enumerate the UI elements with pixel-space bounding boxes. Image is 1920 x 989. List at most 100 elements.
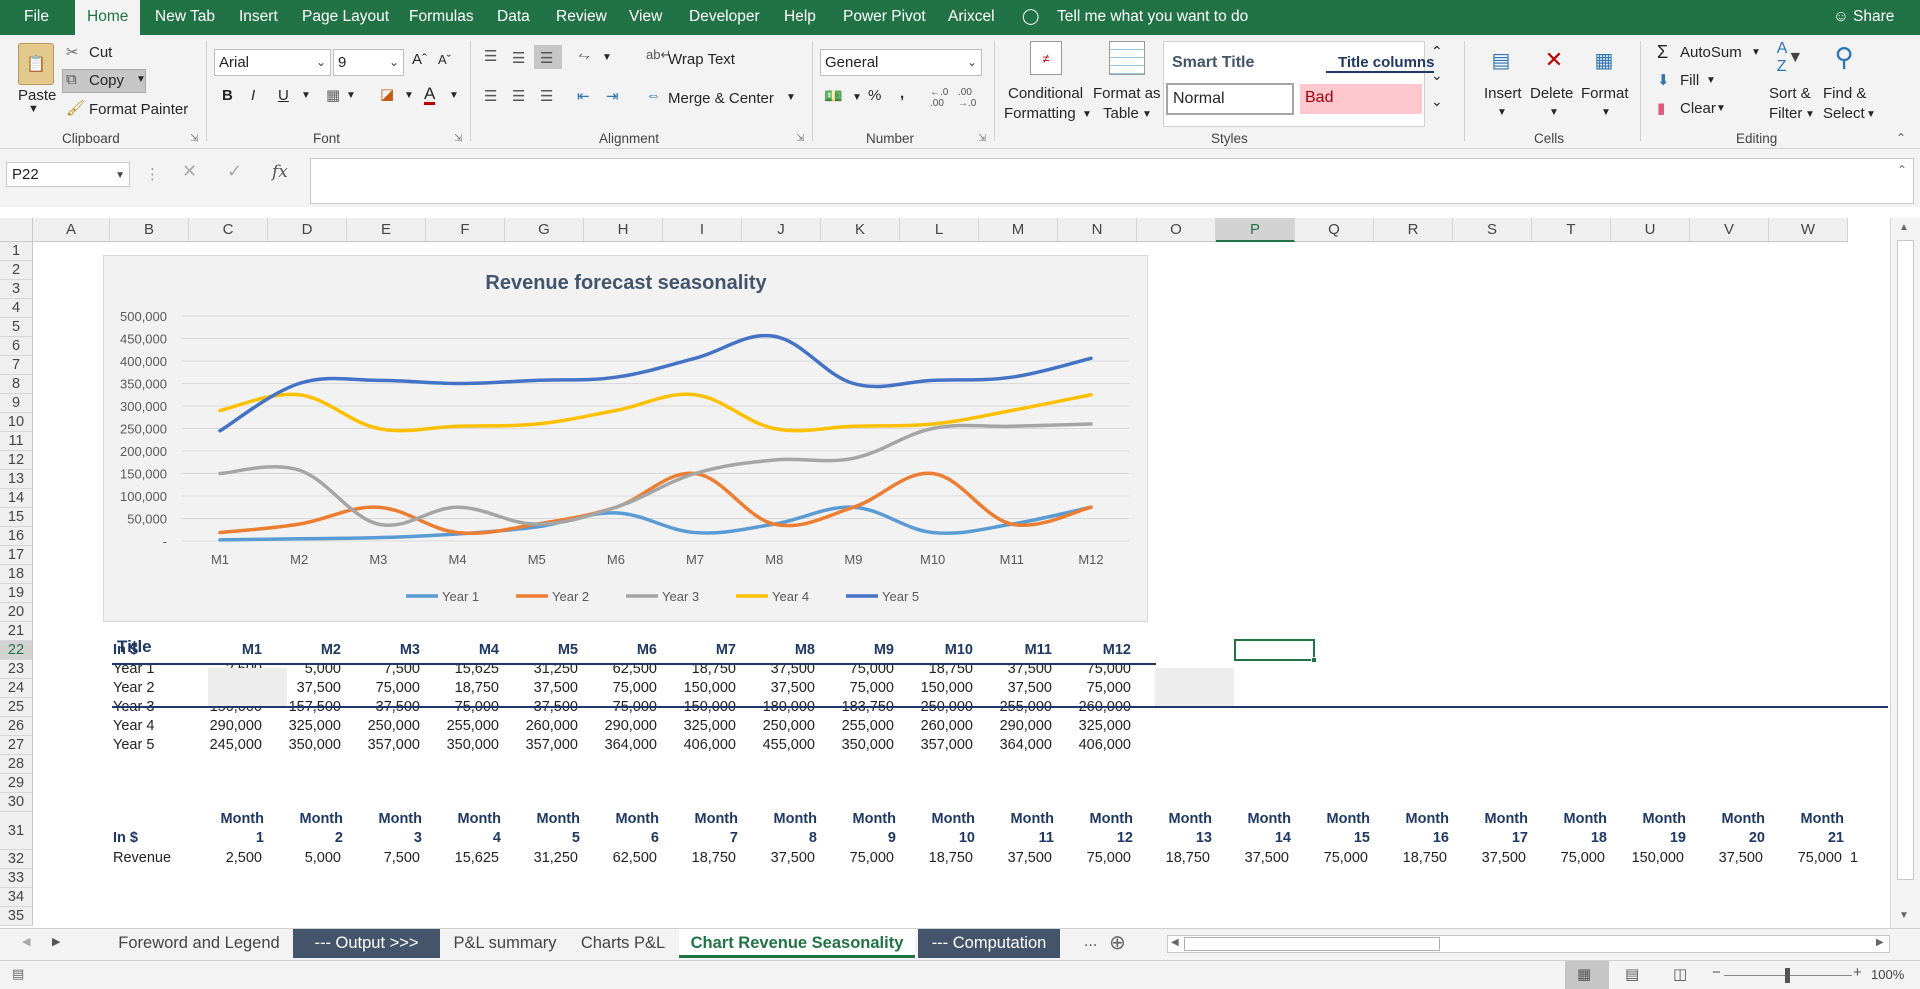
chevron-down-icon[interactable]: ▼ <box>852 92 862 103</box>
format-cells-button[interactable]: Format <box>1581 85 1629 102</box>
align-center-icon[interactable]: ☰ <box>512 87 525 105</box>
column-header-e[interactable]: E <box>347 218 426 242</box>
conditional-formatting-label-1[interactable]: Conditional <box>1008 85 1083 102</box>
chevron-down-icon[interactable]: ▼ <box>1142 109 1152 120</box>
horizontal-scrollbar[interactable]: ◀ ▶ <box>1167 935 1890 953</box>
insert-cells-button[interactable]: Insert <box>1484 85 1522 102</box>
borders-icon[interactable]: ▦ <box>326 86 340 104</box>
conditional-formatting-icon[interactable]: ≠ <box>1030 41 1062 75</box>
row-header-16[interactable]: 16 <box>0 527 33 546</box>
column-header-p[interactable]: P <box>1216 218 1295 242</box>
orientation-icon[interactable]: ⥊ <box>578 47 590 64</box>
gallery-scroll-down-icon[interactable]: ⌄ <box>1431 67 1443 84</box>
increase-decimal-icon[interactable]: ←.0.00 <box>930 87 948 109</box>
column-header-h[interactable]: H <box>584 218 663 242</box>
style-smart-title[interactable]: Smart Title <box>1172 54 1254 72</box>
vertical-scrollbar[interactable]: ▲ ▼ <box>1890 218 1920 928</box>
row-header-25[interactable]: 25 <box>0 698 33 717</box>
row-header-21[interactable]: 21 <box>0 622 33 641</box>
menu-review[interactable]: Review <box>556 0 607 35</box>
column-header-s[interactable]: S <box>1453 218 1532 242</box>
row-header-13[interactable]: 13 <box>0 470 33 489</box>
number-format-dropdown[interactable]: General ⌄ <box>820 49 982 76</box>
row-header-5[interactable]: 5 <box>0 318 33 337</box>
row-header-20[interactable]: 20 <box>0 603 33 622</box>
fill-handle[interactable] <box>1311 657 1317 663</box>
row-header-12[interactable]: 12 <box>0 451 33 470</box>
align-bottom-icon[interactable]: ☰ <box>540 49 553 67</box>
active-cell[interactable] <box>1234 639 1315 661</box>
scroll-up-icon[interactable]: ▲ <box>1899 222 1909 233</box>
format-as-table-label-2[interactable]: Table <box>1103 105 1139 122</box>
row-header-26[interactable]: 26 <box>0 717 33 736</box>
hscroll-thumb[interactable] <box>1184 937 1440 951</box>
comma-button[interactable]: , <box>900 85 904 102</box>
menu-page-layout[interactable]: Page Layout <box>302 0 389 35</box>
hscroll-left-icon[interactable]: ◀ <box>1171 937 1179 948</box>
row-header-32[interactable]: 32 <box>0 850 33 869</box>
row-header-19[interactable]: 19 <box>0 584 33 603</box>
column-header-j[interactable]: J <box>742 218 821 242</box>
expand-formula-bar-icon[interactable]: ⌃ <box>1897 163 1907 177</box>
select-all-corner[interactable] <box>0 218 33 242</box>
row-header-18[interactable]: 18 <box>0 565 33 584</box>
normal-view-icon[interactable]: ▦ <box>1577 965 1591 983</box>
column-header-g[interactable]: G <box>505 218 584 242</box>
fill-icon[interactable]: ⬇ <box>1657 71 1670 89</box>
revenue-chart[interactable]: Revenue forecast seasonality 500,000 450,… <box>103 255 1148 622</box>
column-header-f[interactable]: F <box>426 218 505 242</box>
column-header-d[interactable]: D <box>268 218 347 242</box>
more-tabs[interactable]: ... <box>1084 933 1097 951</box>
align-left-icon[interactable]: ☰ <box>484 87 497 105</box>
chevron-down-icon[interactable]: ▼ <box>1082 109 1092 120</box>
worksheet-grid[interactable]: ABCDEFGHIJKLMNOPQRSTUVW 1 2 3 4 5 6 7 8 9 10 11 12 1… <box>0 218 1890 928</box>
column-header-c[interactable]: C <box>189 218 268 242</box>
row-header-33[interactable]: 33 <box>0 869 33 888</box>
row-header-15[interactable]: 15 <box>0 508 33 527</box>
style-normal[interactable]: Normal <box>1166 83 1294 115</box>
row-header-35[interactable]: 35 <box>0 907 33 926</box>
menu-help[interactable]: Help <box>784 0 816 35</box>
chevron-down-icon[interactable]: ▼ <box>1549 107 1559 118</box>
find-select-label-2[interactable]: Select <box>1823 105 1865 122</box>
autosum-button[interactable]: AutoSum <box>1680 44 1742 61</box>
tab-scroll-right-icon[interactable]: ▶ <box>52 935 60 948</box>
menu-insert[interactable]: Insert <box>239 0 278 35</box>
menu-home[interactable]: Home <box>75 0 141 35</box>
sheet-tab-foreword-and-legend[interactable]: Foreword and Legend <box>108 929 290 958</box>
menu-new-tab[interactable]: New Tab <box>155 0 215 35</box>
align-middle-icon[interactable]: ☰ <box>512 49 525 67</box>
sort-filter-label-2[interactable]: Filter <box>1769 105 1802 122</box>
percent-button[interactable]: % <box>868 87 881 104</box>
chevron-down-icon[interactable]: ▼ <box>346 90 356 101</box>
sort-filter-label-1[interactable]: Sort & <box>1769 85 1811 102</box>
hscroll-right-icon[interactable]: ▶ <box>1876 937 1884 948</box>
fill-color-icon[interactable]: ◪ <box>380 85 394 103</box>
dialog-launcher-icon[interactable]: ⇲ <box>978 133 986 144</box>
chevron-down-icon[interactable]: ▼ <box>1751 47 1761 58</box>
align-right-icon[interactable]: ☰ <box>540 87 553 105</box>
row-header-11[interactable]: 11 <box>0 432 33 451</box>
style-bad[interactable]: Bad <box>1300 84 1422 114</box>
row-header-8[interactable]: 8 <box>0 375 33 394</box>
wrap-text-button[interactable]: Wrap Text <box>668 51 735 68</box>
menu-view[interactable]: View <box>629 0 662 35</box>
sheet-tab-chart-revenue-seasonality[interactable]: Chart Revenue Seasonality <box>679 929 915 958</box>
delete-cells-icon[interactable]: ✕ <box>1538 43 1570 77</box>
row-header-14[interactable]: 14 <box>0 489 33 508</box>
row-header-34[interactable]: 34 <box>0 888 33 907</box>
enter-icon[interactable]: ✓ <box>227 161 242 182</box>
column-header-k[interactable]: K <box>821 218 900 242</box>
increase-indent-icon[interactable]: ⇥ <box>606 87 619 105</box>
row-header-4[interactable]: 4 <box>0 299 33 318</box>
menu-file[interactable]: File <box>24 0 49 35</box>
zoom-out-icon[interactable]: − <box>1712 964 1721 981</box>
copy-chevron-icon[interactable]: ▼ <box>136 74 146 85</box>
italic-button[interactable]: I <box>251 87 255 104</box>
currency-icon[interactable]: 💵 <box>824 87 843 105</box>
sheet-tab-charts-p-l[interactable]: Charts P&L <box>570 929 676 958</box>
page-layout-view-icon[interactable]: ▤ <box>1625 965 1639 983</box>
font-color-icon[interactable]: A <box>424 85 436 105</box>
row-header-22[interactable]: 22 <box>0 641 33 660</box>
sheet-tab-output[interactable]: --- Output >>> <box>293 929 440 958</box>
